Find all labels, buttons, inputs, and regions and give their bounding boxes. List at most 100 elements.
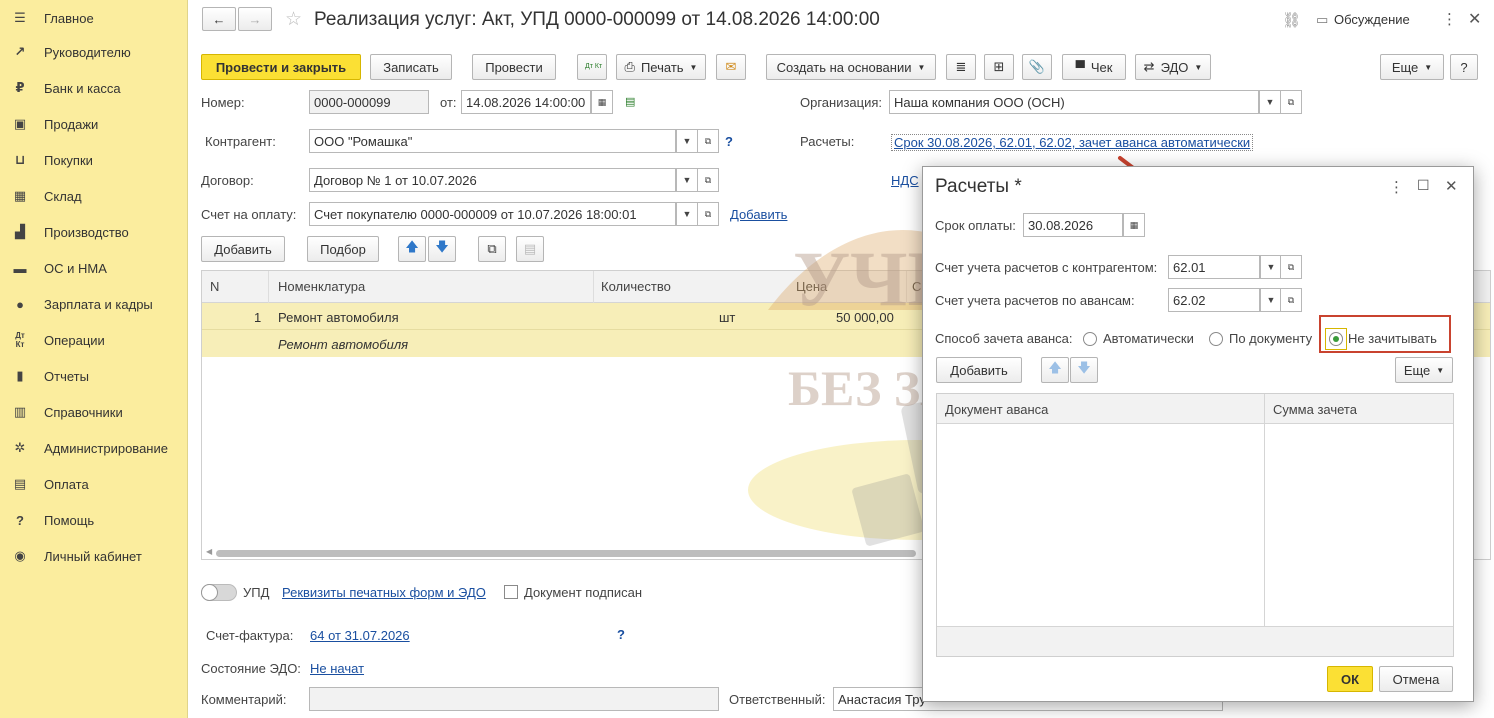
dialog-move-down-button[interactable]: 🡇: [1070, 357, 1098, 383]
radio-automatic[interactable]: [1083, 332, 1097, 346]
column-header-price[interactable]: Цена: [796, 279, 827, 294]
sidebar-item-sales[interactable]: ▣ Продажи: [0, 106, 188, 142]
dialog-more-button[interactable]: Еще ▼: [1395, 357, 1453, 383]
print-forms-link[interactable]: Реквизиты печатных форм и ЭДО: [282, 585, 486, 600]
sidebar-item-fixed-assets[interactable]: ▬ ОС и НМА: [0, 250, 188, 286]
counterparty-field[interactable]: ООО "Ромашка": [309, 129, 676, 153]
sidebar-item-directories[interactable]: ▥ Справочники: [0, 394, 188, 430]
acc-advance-field[interactable]: 62.02: [1168, 288, 1260, 312]
column-header-advance-doc[interactable]: Документ аванса: [945, 402, 1048, 417]
more-button[interactable]: Еще ▼: [1380, 54, 1444, 80]
add-invoice-link[interactable]: Добавить: [730, 207, 787, 222]
kebab-menu-icon[interactable]: ⋮: [1442, 10, 1457, 28]
forward-button[interactable]: →: [238, 7, 272, 31]
due-date-field[interactable]: 30.08.2026: [1023, 213, 1123, 237]
post-and-close-button[interactable]: Провести и закрыть: [201, 54, 361, 80]
sidebar-item-manager[interactable]: ↗ Руководителю: [0, 34, 188, 70]
row-unit[interactable]: шт: [719, 310, 735, 325]
sidebar-item-reports[interactable]: ▮ Отчеты: [0, 358, 188, 394]
column-header-sum[interactable]: С: [912, 279, 921, 294]
scroll-left-icon[interactable]: ◀: [206, 547, 212, 556]
list-button[interactable]: ≣: [946, 54, 976, 80]
sidebar-item-bank[interactable]: ₽ Банк и касса: [0, 70, 188, 106]
invoice-dropdown[interactable]: ▼: [676, 202, 698, 226]
copy-button[interactable]: ⧉: [478, 236, 506, 262]
sidebar-item-warehouse[interactable]: ▦ Склад: [0, 178, 188, 214]
email-button[interactable]: ✉: [716, 54, 746, 80]
kebab-menu-icon[interactable]: ⋮: [1389, 178, 1404, 196]
star-icon[interactable]: ☆: [285, 8, 302, 31]
move-up-button[interactable]: 🡅: [398, 236, 426, 262]
close-icon[interactable]: ✕: [1468, 9, 1481, 29]
radio-no-offset-label[interactable]: Не зачитывать: [1348, 331, 1437, 346]
sidebar-item-purchases[interactable]: ⊔ Покупки: [0, 142, 188, 178]
add-row-button[interactable]: Добавить: [201, 236, 285, 262]
back-button[interactable]: ←: [202, 7, 236, 31]
dt-kt-button[interactable]: Дт Кт: [577, 54, 607, 80]
acc-advance-open[interactable]: ⧉: [1280, 288, 1302, 312]
organization-field[interactable]: Наша компания ООО (ОСН): [889, 90, 1259, 114]
cancel-button[interactable]: Отмена: [1379, 666, 1453, 692]
vat-link[interactable]: НДС: [891, 173, 919, 188]
paste-button[interactable]: ▤: [516, 236, 544, 262]
organization-dropdown[interactable]: ▼: [1259, 90, 1281, 114]
invoice-field[interactable]: Счет покупателю 0000-000009 от 10.07.202…: [309, 202, 676, 226]
sidebar-item-payment[interactable]: ▤ Оплата: [0, 466, 188, 502]
sidebar-item-operations[interactable]: Дт Кт Операции: [0, 322, 188, 358]
sidebar-item-production[interactable]: ▟ Производство: [0, 214, 188, 250]
contract-field[interactable]: Договор № 1 от 10.07.2026: [309, 168, 676, 192]
discussion-link[interactable]: Обсуждение: [1334, 12, 1410, 27]
edo-button[interactable]: ⇄ ЭДО ▼: [1135, 54, 1211, 80]
row-item-content[interactable]: Ремонт автомобиля: [278, 337, 408, 352]
acc-counterparty-field[interactable]: 62.01: [1168, 255, 1260, 279]
dialog-add-button[interactable]: Добавить: [936, 357, 1022, 383]
date-field[interactable]: 14.08.2026 14:00:00: [461, 90, 591, 114]
structure-button[interactable]: ⊞: [984, 54, 1014, 80]
acc-counterparty-dropdown[interactable]: ▼: [1260, 255, 1282, 279]
comment-field[interactable]: [309, 687, 719, 711]
invoice-open[interactable]: ⧉: [697, 202, 719, 226]
sidebar-item-account[interactable]: ◉ Личный кабинет: [0, 538, 188, 574]
column-header-item[interactable]: Номенклатура: [278, 279, 365, 294]
radio-no-offset[interactable]: [1329, 332, 1343, 346]
move-down-button[interactable]: 🡇: [428, 236, 456, 262]
maximize-icon[interactable]: ☐: [1417, 177, 1430, 194]
dialog-move-up-button[interactable]: 🡅: [1041, 357, 1069, 383]
help-icon[interactable]: ?: [725, 134, 733, 149]
contract-open[interactable]: ⧉: [697, 168, 719, 192]
row-price[interactable]: 50 000,00: [836, 310, 894, 325]
print-button[interactable]: ⎙ Печать ▼: [616, 54, 706, 80]
sidebar-item-main[interactable]: ☰ Главное: [0, 0, 188, 36]
close-icon[interactable]: ✕: [1445, 177, 1458, 195]
help-button[interactable]: ?: [1450, 54, 1478, 80]
acc-advance-dropdown[interactable]: ▼: [1260, 288, 1282, 312]
sf-link[interactable]: 64 от 31.07.2026: [310, 628, 410, 643]
acc-counterparty-open[interactable]: ⧉: [1280, 255, 1302, 279]
organization-open[interactable]: ⧉: [1280, 90, 1302, 114]
number-field[interactable]: 0000-000099: [309, 90, 429, 114]
column-header-offset-sum[interactable]: Сумма зачета: [1273, 402, 1357, 417]
counterparty-dropdown[interactable]: ▼: [676, 129, 698, 153]
create-based-on-button[interactable]: Создать на основании ▼: [766, 54, 936, 80]
sf-help-icon[interactable]: ?: [617, 627, 625, 642]
horizontal-scrollbar[interactable]: [216, 550, 916, 557]
chat-icon[interactable]: ▭: [1316, 12, 1328, 28]
due-date-calendar-button[interactable]: ▦: [1123, 213, 1145, 237]
radio-by-document[interactable]: [1209, 332, 1223, 346]
calendar-button[interactable]: ▦: [591, 90, 613, 114]
pick-button[interactable]: Подбор: [307, 236, 379, 262]
radio-by-document-label[interactable]: По документу: [1229, 331, 1312, 346]
settlements-link[interactable]: Срок 30.08.2026, 62.01, 62.02, зачет ава…: [891, 134, 1254, 151]
check-button[interactable]: ▀ Чек: [1062, 54, 1126, 80]
attach-button[interactable]: 📎: [1022, 54, 1052, 80]
column-header-n[interactable]: N: [210, 279, 219, 294]
status-icon[interactable]: ▤: [625, 95, 635, 108]
upd-toggle[interactable]: [201, 584, 237, 601]
column-header-quantity[interactable]: Количество: [601, 279, 671, 294]
counterparty-open[interactable]: ⧉: [697, 129, 719, 153]
row-item[interactable]: Ремонт автомобиля: [278, 310, 399, 325]
contract-dropdown[interactable]: ▼: [676, 168, 698, 192]
save-button[interactable]: Записать: [370, 54, 452, 80]
signed-checkbox[interactable]: [504, 585, 518, 599]
sidebar-item-salary[interactable]: ● Зарплата и кадры: [0, 286, 188, 322]
